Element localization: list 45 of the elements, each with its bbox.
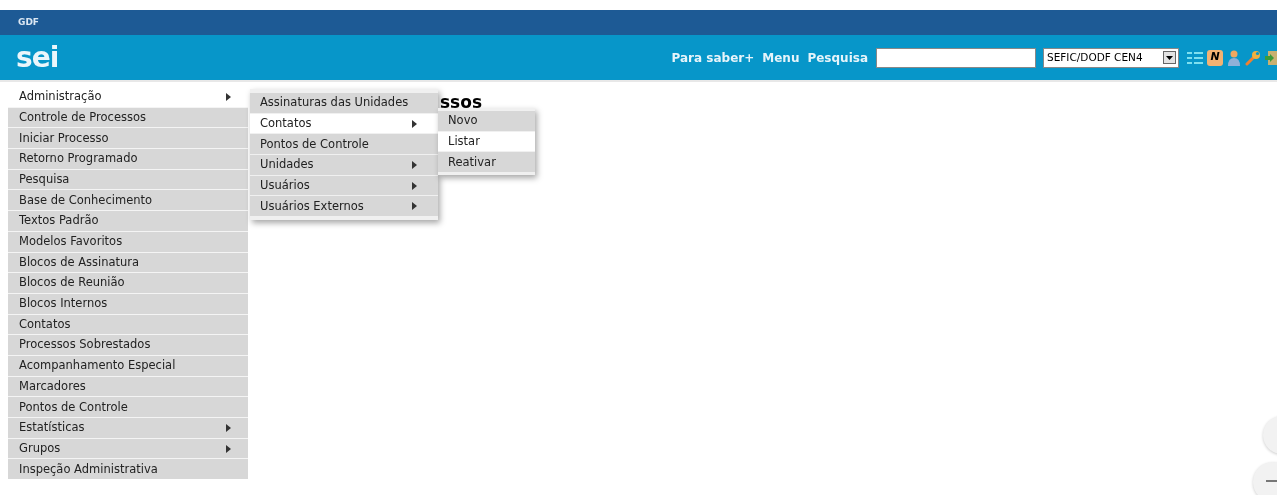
- menu-item[interactable]: Usuários: [250, 175, 438, 196]
- menu-item[interactable]: Blocos de Reunião: [8, 273, 248, 293]
- menu-item[interactable]: Usuários Externos: [250, 196, 438, 217]
- page-title: ssos: [440, 91, 483, 114]
- menu-item[interactable]: Reativar: [438, 152, 535, 173]
- menu-item[interactable]: Pesquisa: [8, 169, 248, 190]
- menu-item[interactable]: Textos Padrão: [8, 211, 248, 231]
- submenu-arrow-icon: [412, 160, 417, 169]
- list-icon[interactable]: [1187, 50, 1203, 65]
- menu-item[interactable]: Controle de Processos: [8, 107, 248, 128]
- menu-item[interactable]: Pontos de Controle: [8, 397, 248, 417]
- notes-icon[interactable]: N: [1207, 49, 1223, 66]
- menu-item[interactable]: Modelos Favoritos: [8, 231, 248, 252]
- user-icon[interactable]: [1227, 49, 1241, 66]
- menu-item[interactable]: Assinaturas das Unidades: [250, 93, 438, 113]
- submenu-arrow-icon: [412, 202, 417, 211]
- menu-item[interactable]: Acompanhamento Especial: [8, 355, 248, 376]
- menu-item[interactable]: Marcadores: [8, 376, 248, 397]
- menu-item[interactable]: Blocos Internos: [8, 293, 248, 314]
- menu-item[interactable]: Contatos: [250, 113, 438, 134]
- menu-item[interactable]: Pontos de Controle: [250, 134, 438, 155]
- menu-item[interactable]: Blocos de Assinatura: [8, 252, 248, 273]
- menu-item[interactable]: Inspeção Administrativa: [8, 459, 248, 480]
- menu-item[interactable]: Base de Conhecimento: [8, 190, 248, 211]
- submenu-arrow-icon: [226, 444, 231, 453]
- minus-icon: [1266, 480, 1277, 482]
- search-field[interactable]: [876, 47, 1036, 68]
- menu-item[interactable]: Grupos: [8, 438, 248, 459]
- submenu-arrow-icon: [226, 92, 231, 101]
- menu-item[interactable]: Retorno Programado: [8, 149, 248, 169]
- submenu-arrow-icon: [412, 181, 417, 190]
- menu-item[interactable]: Unidades: [250, 155, 438, 175]
- menu-item[interactable]: Processos Sobrestados: [8, 335, 248, 355]
- menu-item[interactable]: Contatos: [8, 314, 248, 335]
- exit-icon[interactable]: [1265, 49, 1277, 66]
- menu-item[interactable]: Estatísticas: [8, 418, 248, 438]
- menu-item[interactable]: Administração: [8, 87, 248, 107]
- top-bar-label: GDF: [18, 15, 39, 29]
- menu-item[interactable]: Novo: [438, 111, 535, 131]
- menu-item[interactable]: Iniciar Processo: [8, 128, 248, 149]
- menu-item[interactable]: Listar: [438, 131, 535, 152]
- submenu-arrow-icon: [412, 119, 417, 128]
- submenu-arrow-icon: [226, 423, 231, 432]
- unit-select[interactable]: SEFIC/DODF CEN4: [1043, 47, 1179, 68]
- wrench-icon[interactable]: [1245, 49, 1261, 66]
